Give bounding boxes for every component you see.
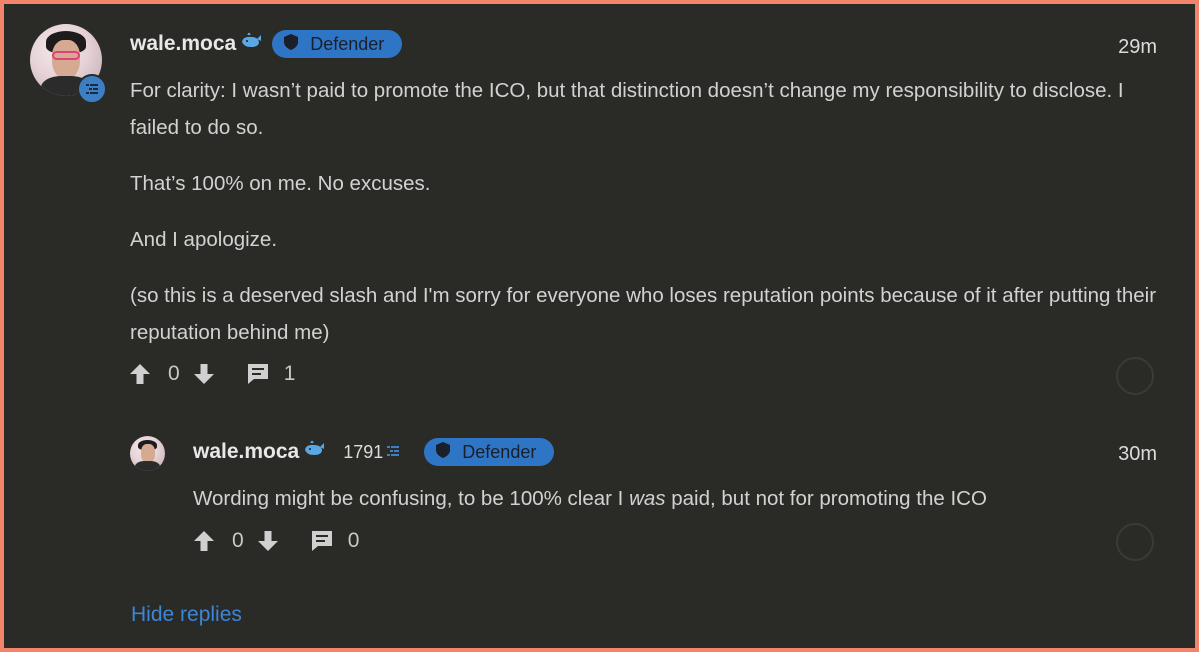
comment-icon[interactable] xyxy=(310,529,334,553)
comment-thread: wale.moca Defender 29m For clarity: I wa… xyxy=(4,4,1195,648)
comment-body: Wording might be confusing, to be 100% c… xyxy=(193,480,1153,517)
reply-count: 0 xyxy=(347,529,360,552)
downvote-icon[interactable] xyxy=(256,529,280,553)
comment-header: wale.moca 1791 Defender xyxy=(193,438,555,466)
username[interactable]: wale.moca xyxy=(193,440,299,464)
upvote-icon[interactable] xyxy=(192,529,216,553)
timestamp: 30m xyxy=(1118,443,1157,465)
avatar[interactable] xyxy=(130,436,165,471)
badge-label: Defender xyxy=(462,441,537,462)
karma-score: 1791 xyxy=(343,442,400,463)
reply-text-emphasis: was xyxy=(629,487,666,510)
comment-actions: 0 0 xyxy=(192,529,359,553)
reply-text-end: paid, but not for promoting the ICO xyxy=(665,487,987,510)
vote-count: 0 xyxy=(232,529,244,552)
select-circle[interactable] xyxy=(1116,523,1154,561)
reply-text-start: Wording might be confusing, to be 100% c… xyxy=(193,487,630,510)
hide-replies-link[interactable]: Hide replies xyxy=(131,603,242,627)
reputation-icon xyxy=(386,442,400,463)
whale-icon xyxy=(303,440,325,464)
reply-comment: wale.moca 1791 Defender 30m Wording migh… xyxy=(4,4,1195,604)
karma-value: 1791 xyxy=(343,441,384,462)
shield-icon xyxy=(436,441,451,463)
defender-badge: Defender xyxy=(424,438,555,466)
